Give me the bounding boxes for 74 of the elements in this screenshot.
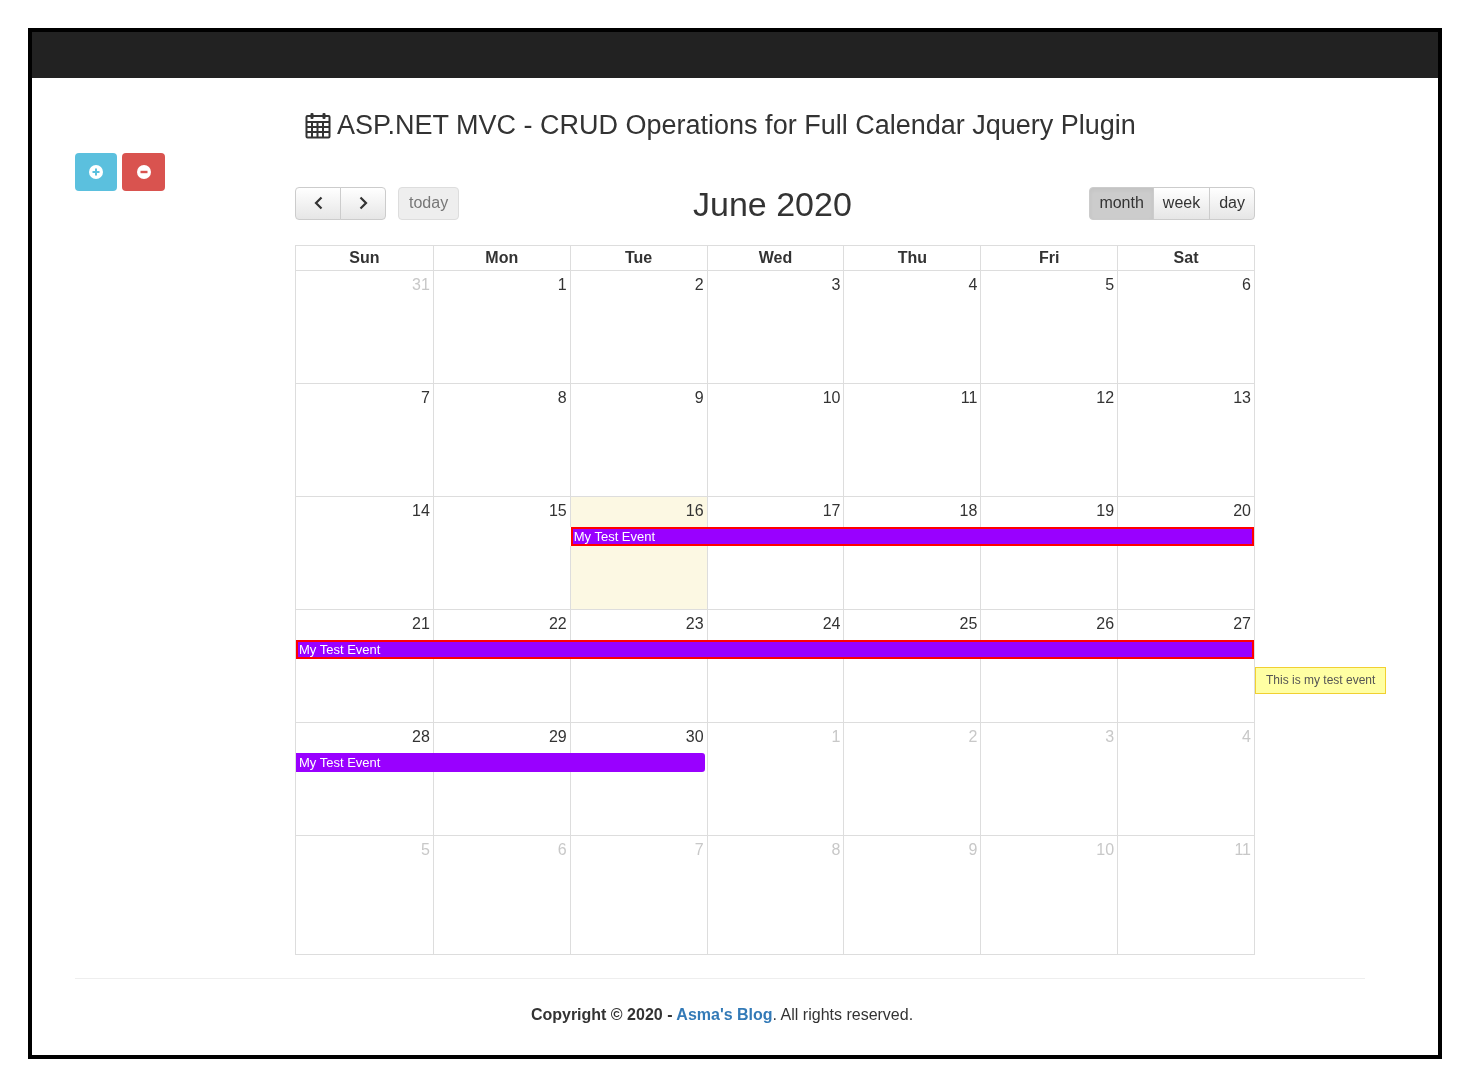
- tooltip: This is my test event: [1255, 667, 1387, 694]
- day-number: 15: [548, 502, 567, 519]
- weekday-header: Sun: [348, 248, 381, 268]
- day-cell[interactable]: 8: [432, 384, 570, 433]
- copyright-text: Copyright © 2020 - Asma's Blog. All rights reserved.: [529, 1005, 915, 1025]
- view-tab[interactable]: week: [1152, 186, 1211, 220]
- weekday-header: Fri: [980, 246, 1118, 270]
- day-cell[interactable]: 21: [296, 610, 433, 640]
- day-number: 4: [968, 276, 978, 293]
- chevron-right-icon: [358, 196, 368, 210]
- day-number: 17: [822, 502, 841, 519]
- day-number: 1: [557, 276, 567, 293]
- day-number: 12: [1096, 389, 1115, 406]
- day-number: 22: [548, 615, 567, 632]
- chevron-left-icon: [313, 196, 323, 210]
- day-cell[interactable]: 10: [706, 384, 844, 433]
- previous-button[interactable]: [295, 186, 341, 220]
- plus-circle-icon: [89, 165, 103, 179]
- calendar-icon: [305, 111, 331, 139]
- blog-link[interactable]: Asma's Blog: [676, 1006, 773, 1023]
- day-number: 16: [685, 502, 704, 519]
- day-cell[interactable]: 15: [432, 497, 570, 546]
- day-number: 13: [1233, 389, 1251, 406]
- day-cell[interactable]: 4: [843, 271, 981, 320]
- day-number: 27: [1233, 615, 1251, 632]
- weekday-header: Sat: [1117, 246, 1254, 270]
- day-number: 6: [1242, 276, 1251, 293]
- day-number: 21: [412, 615, 430, 632]
- day-cell[interactable]: 28: [296, 723, 433, 753]
- weekday-header: Mon: [432, 246, 570, 270]
- weekday-header: Tue: [569, 246, 707, 270]
- day-number: 7: [420, 389, 430, 406]
- day-number: 23: [685, 615, 704, 632]
- day-cell[interactable]: 2: [569, 271, 707, 320]
- day-cell[interactable]: 9: [569, 384, 707, 433]
- day-number: 10: [822, 389, 841, 406]
- day-number: 11: [960, 389, 978, 406]
- day-number: 2: [694, 276, 704, 293]
- day-number: 19: [1096, 502, 1115, 519]
- day-number: 14: [412, 502, 430, 519]
- weekday-header: Thu: [843, 246, 981, 270]
- day-number: 18: [959, 502, 978, 519]
- page-title: ASP.NET MVC - CRUD Operations for Full Calendar Jquery Plugin: [337, 111, 1136, 139]
- day-number: 29: [548, 728, 567, 745]
- view-tab[interactable]: month: [1089, 186, 1154, 220]
- event-bar[interactable]: My Test Event: [296, 640, 1254, 659]
- day-cell[interactable]: 6: [1117, 271, 1254, 320]
- day-cell[interactable]: 7: [296, 384, 433, 433]
- day-cell[interactable]: 13: [1117, 384, 1254, 433]
- remove-button[interactable]: [122, 153, 165, 191]
- day-number: 3: [831, 276, 841, 293]
- day-number: 8: [557, 389, 567, 406]
- view-tab[interactable]: day: [1209, 186, 1255, 220]
- event-bar[interactable]: My Test Event: [570, 527, 1254, 546]
- minus-circle-icon: [136, 165, 151, 179]
- day-cell[interactable]: 1: [432, 271, 570, 320]
- weekday-header: Wed: [706, 246, 844, 270]
- day-number: 9: [694, 389, 704, 406]
- day-cell[interactable]: 11: [843, 384, 981, 433]
- day-cell[interactable]: 14: [296, 497, 433, 546]
- event-bar[interactable]: My Test Event: [296, 753, 705, 772]
- day-number: 30: [685, 728, 704, 745]
- day-number: 26: [1096, 615, 1115, 632]
- day-number: 25: [959, 615, 978, 632]
- day-number: 24: [822, 615, 841, 632]
- month-title: June 2020: [693, 187, 852, 221]
- day-number: 5: [1105, 276, 1115, 293]
- day-cell[interactable]: 16: [569, 497, 707, 527]
- next-button[interactable]: [340, 186, 386, 220]
- day-cell[interactable]: 12: [980, 384, 1118, 433]
- day-cell[interactable]: 5: [980, 271, 1118, 320]
- day-number: 20: [1233, 502, 1251, 519]
- day-cell[interactable]: 3: [706, 271, 844, 320]
- day-number: 28: [412, 728, 430, 745]
